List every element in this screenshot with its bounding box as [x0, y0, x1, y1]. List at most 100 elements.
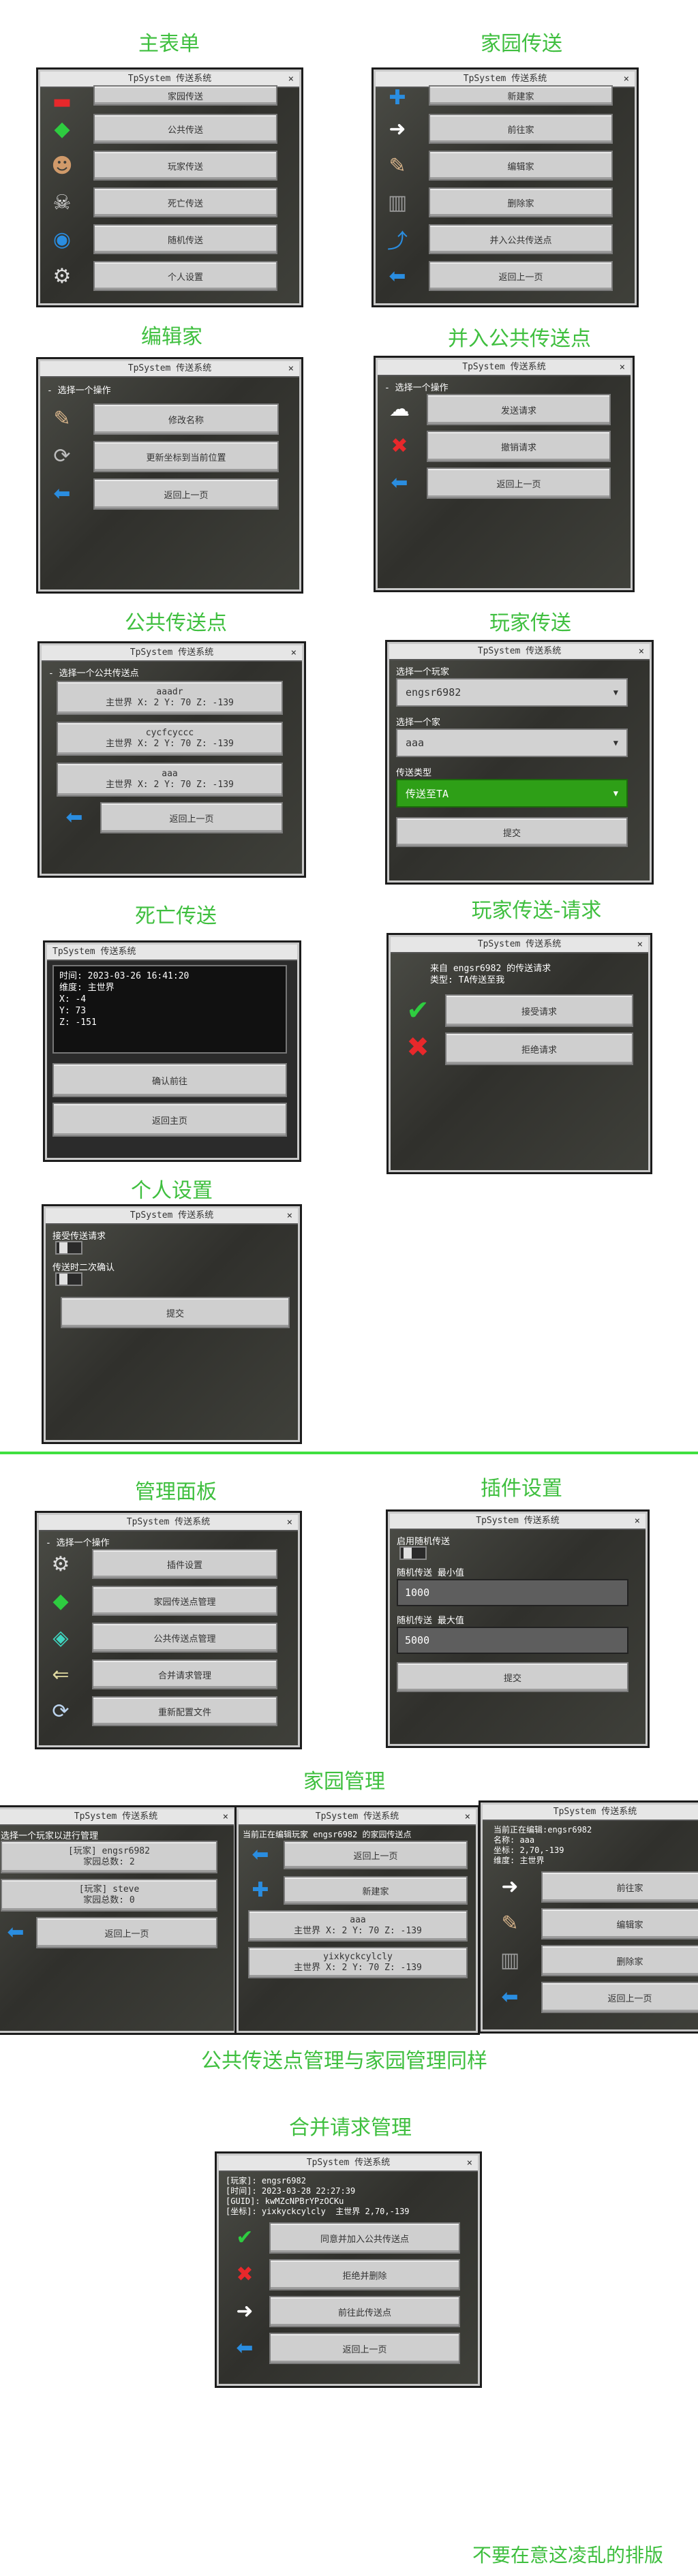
min-input[interactable]: 1000	[397, 1579, 628, 1606]
toggle-knob	[404, 1548, 412, 1559]
new-home-button[interactable]: 新建家	[284, 1876, 468, 1905]
back-button[interactable]: 返回上一页	[429, 261, 613, 291]
admin-panel-window: TpSystem 传送系统 × - 选择一个操作 ⚙ 插件设置 ◆ 家园传送点管理…	[37, 1513, 300, 1747]
plugin-settings-button[interactable]: 插件设置	[92, 1549, 277, 1579]
max-input[interactable]: 5000	[397, 1627, 628, 1654]
player-dropdown[interactable]: engsr6982 ▼	[396, 678, 628, 707]
public-tp-button[interactable]: 公共传送	[93, 114, 277, 144]
public-points-mgmt-button[interactable]: 公共传送点管理	[92, 1623, 277, 1653]
personal-settings-window: TpSystem 传送系统 × 接受传送请求 传送时二次确认 提交	[44, 1206, 300, 1442]
approve-button[interactable]: 同意并加入公共传送点	[269, 2222, 460, 2254]
revoke-request-button[interactable]: 撤销请求	[427, 431, 611, 462]
close-icon[interactable]: ×	[287, 1515, 292, 1530]
window-title: TpSystem 传送系统	[127, 363, 212, 373]
main-menu-window: TpSystem 传送系统 × 家园传送 ▬ 公共传送 ◆ 玩家传送 ☻ 死亡传送…	[38, 70, 301, 305]
personal-settings-button[interactable]: 个人设置	[93, 261, 277, 291]
public-point-item[interactable]: aaa 主世界 X: 2 Y: 70 Z: -139	[57, 763, 283, 797]
back-home-button[interactable]: 返回主页	[52, 1103, 287, 1137]
close-icon[interactable]: ×	[465, 1809, 470, 1824]
tp-type-label: 传送类型	[396, 768, 432, 778]
home-tp-button[interactable]: 家园传送	[93, 85, 277, 106]
random-tp-button[interactable]: 随机传送	[93, 224, 277, 254]
merge-icon: ⇐	[52, 1662, 70, 1687]
close-icon[interactable]: ×	[223, 1809, 228, 1824]
update-coords-button[interactable]: 更新坐标到当前位置	[93, 441, 279, 472]
rename-button[interactable]: 修改名称	[93, 403, 279, 435]
title-public-same: 公共传送点管理与家园管理同样	[201, 2049, 487, 2073]
home-list-item[interactable]: aaa 主世界 X: 2 Y: 70 Z: -139	[248, 1910, 468, 1942]
merge-public-button[interactable]: 并入公共传送点	[429, 224, 613, 254]
window-title: TpSystem 传送系统	[130, 1210, 214, 1221]
goto-home-button[interactable]: 前往家	[541, 1871, 698, 1903]
back-arrow-icon: ⬅	[65, 805, 83, 829]
edit-home-button[interactable]: 编辑家	[429, 151, 613, 181]
confirm-goto-button[interactable]: 确认前往	[52, 1063, 287, 1097]
home-mgmt-detail-window: TpSystem 传送系统 当前正在编辑:engsr6982 名称: aaa 坐…	[481, 1803, 698, 2031]
close-icon[interactable]: ×	[291, 645, 297, 660]
close-icon[interactable]: ×	[288, 361, 294, 376]
close-icon[interactable]: ×	[287, 1208, 292, 1223]
accept-button[interactable]: 接受请求	[445, 994, 633, 1027]
home-info: 主世界 X: 2 Y: 70 Z: -139	[294, 1963, 422, 1973]
merge-request-mgmt-button[interactable]: 合并请求管理	[92, 1659, 277, 1689]
submit-button[interactable]: 提交	[396, 817, 628, 847]
player-list-item[interactable]: [玩家] steve 家园总数: 0	[1, 1879, 217, 1912]
upload-cloud-icon: ☁	[389, 397, 410, 421]
tp-type-dropdown[interactable]: 传送至TA ▼	[396, 779, 628, 808]
goto-home-button[interactable]: 前往家	[429, 114, 613, 144]
back-button[interactable]: 返回上一页	[427, 467, 611, 499]
green-check-icon: ✔	[236, 2225, 254, 2250]
back-arrow-icon: ⬅	[7, 1920, 25, 1944]
red-x-icon: ✖	[391, 433, 408, 458]
back-button[interactable]: 返回上一页	[269, 2333, 460, 2364]
back-button[interactable]: 返回上一页	[541, 1982, 698, 2013]
point-info: 主世界 X: 2 Y: 70 Z: -139	[106, 780, 234, 790]
public-point-item[interactable]: cycfcyccc 主世界 X: 2 Y: 70 Z: -139	[57, 722, 283, 756]
delete-home-button[interactable]: 删除家	[429, 187, 613, 217]
max-label: 随机传送 最大值	[397, 1616, 464, 1626]
home-dropdown[interactable]: aaa ▼	[396, 729, 628, 757]
delete-home-button[interactable]: 删除家	[541, 1945, 698, 1976]
close-icon[interactable]: ×	[467, 2156, 472, 2171]
send-request-button[interactable]: 发送请求	[427, 394, 611, 425]
back-button[interactable]: 返回上一页	[100, 802, 283, 833]
player-select-label: 选择一个玩家	[396, 667, 450, 677]
window-titlebar: TpSystem 传送系统 ×	[391, 937, 648, 953]
close-icon[interactable]: ×	[635, 1514, 640, 1529]
enable-random-toggle[interactable]	[399, 1546, 427, 1560]
submit-button[interactable]: 提交	[397, 1662, 628, 1692]
new-home-button[interactable]: 新建家	[429, 85, 613, 106]
close-icon[interactable]: ×	[639, 644, 644, 659]
title-edit-home: 编辑家	[141, 325, 202, 349]
title-home-tp: 家园传送	[481, 32, 562, 56]
back-button[interactable]: 返回上一页	[284, 1841, 468, 1869]
point-info: 主世界 X: 2 Y: 70 Z: -139	[106, 698, 234, 708]
goto-point-button[interactable]: 前往此传送点	[269, 2296, 460, 2327]
accept-request-toggle[interactable]	[55, 1241, 82, 1255]
player-name: [玩家] steve	[78, 1884, 140, 1895]
choose-player-label: 选择一个玩家以进行管理	[1, 1831, 99, 1841]
player-tp-button[interactable]: 玩家传送	[93, 151, 277, 181]
player-list-item[interactable]: [玩家] engsr6982 家园总数: 2	[1, 1841, 217, 1873]
close-icon[interactable]: ×	[637, 937, 643, 952]
back-button[interactable]: 返回上一页	[93, 478, 279, 510]
home-select-label: 选择一个家	[396, 718, 441, 728]
close-icon[interactable]: ×	[624, 72, 629, 87]
home-points-mgmt-button[interactable]: 家园传送点管理	[92, 1586, 277, 1616]
death-tp-button[interactable]: 死亡传送	[93, 187, 277, 217]
public-point-item[interactable]: aaadr 主世界 X: 2 Y: 70 Z: -139	[57, 681, 283, 715]
submit-button[interactable]: 提交	[61, 1297, 290, 1328]
reload-config-button[interactable]: 重新配置文件	[92, 1696, 277, 1726]
home-list-item[interactable]: yixkyckcylcly 主世界 X: 2 Y: 70 Z: -139	[248, 1947, 468, 1978]
deny-button[interactable]: 拒绝请求	[445, 1032, 633, 1065]
back-button[interactable]: 返回上一页	[36, 1917, 217, 1948]
title-merge-mgmt: 合并请求管理	[289, 2116, 412, 2140]
close-icon[interactable]: ×	[288, 72, 294, 87]
player-tp-window: TpSystem 传送系统 × 选择一个玩家 engsr6982 ▼ 选择一个家 a…	[387, 642, 652, 883]
reject-button[interactable]: 拒绝并删除	[269, 2259, 460, 2290]
close-icon[interactable]: ×	[620, 360, 625, 375]
window-title: TpSystem 传送系统	[315, 1811, 399, 1822]
edit-home-button[interactable]: 编辑家	[541, 1908, 698, 1939]
window-title: TpSystem 传送系统	[126, 1517, 211, 1527]
second-confirm-toggle[interactable]	[55, 1272, 82, 1286]
